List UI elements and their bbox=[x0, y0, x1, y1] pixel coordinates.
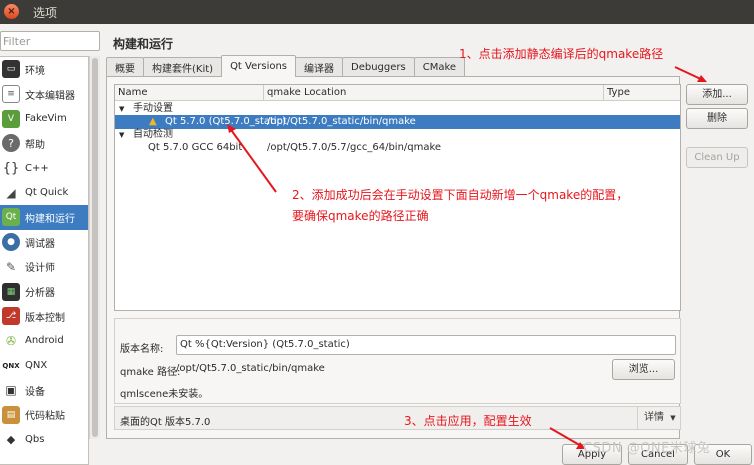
annotation-step-3: 3、点击应用，配置生效 bbox=[404, 414, 532, 428]
annotation-arrows bbox=[227, 66, 707, 449]
annotation-arrow-3 bbox=[549, 427, 584, 448]
annotation-arrow-2 bbox=[228, 126, 277, 193]
annotation-step-2-line-1: 2、添加成功后会在手动设置下面自动新增一个qmake的配置， bbox=[292, 188, 629, 202]
annotation-step-2-line-2: 要确保qmake的路径正确 bbox=[292, 209, 429, 223]
annotation-step-1: 1、点击添加静态编译后的qmake路径 bbox=[459, 47, 664, 61]
watermark: CSDN @ONE米球兔 bbox=[583, 441, 711, 456]
tab-qt-versions[interactable]: Qt Versions bbox=[221, 55, 297, 77]
